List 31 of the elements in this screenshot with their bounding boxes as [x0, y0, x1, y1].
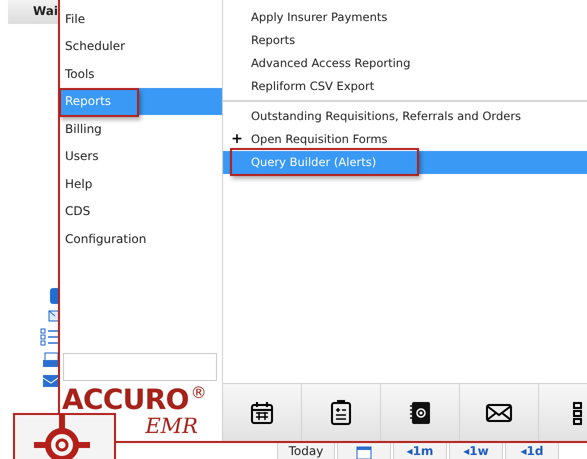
expand-toggle[interactable]: +: [231, 129, 243, 150]
submenu-item[interactable]: Apply Insurer Payments: [251, 8, 388, 26]
submenu-item[interactable]: Advanced Access Reporting: [251, 54, 410, 72]
search-field[interactable]: [63, 353, 217, 381]
calendar-icon: [356, 445, 372, 459]
calendar-button[interactable]: [337, 443, 391, 459]
nav-button[interactable]: ◂1d: [505, 443, 559, 459]
list-icon: [573, 400, 583, 426]
menu-item[interactable]: Scheduler: [65, 37, 126, 56]
submenu-item[interactable]: Repliform CSV Export: [251, 78, 374, 96]
menu-item[interactable]: File: [65, 10, 86, 28]
menu-item[interactable]: Configuration: [65, 230, 146, 248]
submenu-item[interactable]: Reports: [251, 32, 296, 50]
header-tab[interactable]: Wai: [8, 0, 58, 24]
menu-item[interactable]: Users: [65, 147, 99, 166]
address-book-icon: [408, 400, 432, 426]
nav-button[interactable]: Today: [277, 443, 335, 459]
nav-button[interactable]: ◂1w: [449, 443, 503, 459]
menu-item[interactable]: Billing: [65, 120, 102, 138]
menu-item[interactable]: CDS: [65, 202, 90, 220]
notepad-icon: [330, 400, 352, 426]
nav-button[interactable]: ◂1m: [393, 443, 447, 459]
logo-subtitle: EMR: [145, 415, 198, 437]
submenu-item[interactable]: Open Requisition Forms: [251, 130, 388, 148]
logo-mark: ®: [190, 385, 207, 401]
menu-item[interactable]: Tools: [65, 64, 95, 83]
list-icon[interactable]: [40, 328, 58, 346]
submenu-item[interactable]: Outstanding Requisitions, Referrals and Orders: [251, 108, 522, 126]
logo-name: ACCURO: [62, 385, 189, 415]
calendar-icon: [249, 400, 275, 426]
menu-item[interactable]: Help: [65, 174, 92, 193]
